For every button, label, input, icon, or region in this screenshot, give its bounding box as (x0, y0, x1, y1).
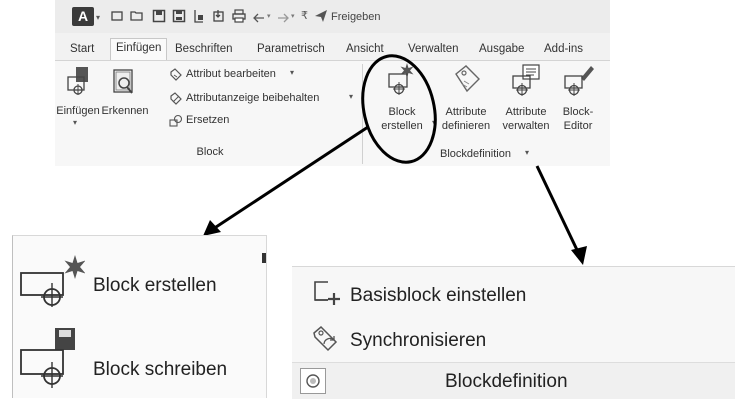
create-block-menu-label: Block erstellen (93, 275, 217, 296)
plot-icon[interactable] (192, 9, 206, 23)
block-editor-icon (564, 66, 594, 96)
tab-beschriften[interactable]: Beschriften (175, 43, 233, 55)
edit-attribute-dropdown-icon[interactable]: ▾ (290, 68, 294, 77)
define-attributes-label-line2: definieren (441, 120, 491, 132)
set-base-block-icon (314, 281, 340, 305)
app-menu-letter: A (77, 8, 89, 24)
tab-einfuegen[interactable]: Einfügen (110, 38, 168, 60)
block-editor-label-line1: Block- (562, 106, 594, 118)
arrow-right-line (535, 165, 580, 253)
pin-icon (306, 374, 320, 388)
ribbon: A ▾ ▾ ▾ ₹ Freigeben Start Einfügen Besch… (55, 0, 610, 166)
define-attributes-label-line1: Attribute (445, 106, 487, 118)
synchronize-label: Synchronisieren (350, 330, 487, 351)
keep-attribute-display-label: Attributanzeige beibehalten (186, 92, 320, 104)
blockdefinition-panel-title: Blockdefinition (440, 148, 511, 160)
new-icon[interactable] (110, 9, 124, 23)
replace-button[interactable]: Ersetzen (155, 113, 255, 129)
save-icon[interactable] (152, 9, 166, 23)
create-block-dropdown-icon[interactable]: ▾ (432, 118, 436, 127)
insert-dropdown-icon[interactable]: ▾ (73, 118, 77, 127)
recognize-block-icon (113, 69, 133, 94)
zoom-left-edge-mark (262, 253, 266, 263)
blockdefinition-footer-title: Blockdefinition (445, 371, 568, 392)
tab-parametrisch[interactable]: Parametrisch (257, 43, 325, 55)
share-label[interactable]: Freigeben (331, 11, 381, 23)
tab-ansicht[interactable]: Ansicht (346, 43, 384, 55)
block-editor-label-line2: Editor (563, 120, 593, 132)
share-icon[interactable] (314, 9, 328, 23)
manage-attributes-label-line2: verwalten (502, 120, 550, 132)
redo-icon[interactable] (276, 9, 290, 23)
write-block-menu-item[interactable]: Block schreiben (13, 324, 263, 394)
create-block-label-line2: erstellen (381, 120, 423, 132)
write-block-menu-label: Block schreiben (93, 359, 228, 380)
app-menu-button[interactable]: A (72, 7, 94, 26)
define-attributes-icon (455, 65, 480, 93)
keep-attribute-display-icon (170, 92, 182, 105)
blockdefinition-expanded-zoom: Basisblock einstellen Synchronisieren Bl… (292, 266, 735, 399)
app-menu-dropdown-icon[interactable]: ▾ (96, 13, 100, 22)
insert-block-icon (67, 67, 88, 95)
define-attributes-button[interactable]: Attribute definieren (439, 62, 493, 142)
replace-icon (169, 114, 183, 127)
print-icon[interactable] (232, 9, 246, 23)
create-block-large-icon (20, 255, 85, 307)
undo-dropdown-icon[interactable]: ▾ (267, 12, 271, 20)
block-panel-title: Block (196, 146, 224, 158)
create-block-label-line1: Block (388, 106, 416, 118)
tab-add-ins[interactable]: Add-ins (544, 43, 583, 55)
blockdefinition-panel-footer: Blockdefinition (292, 362, 735, 399)
tab-ausgabe[interactable]: Ausgabe (479, 43, 524, 55)
keep-attribute-display-button[interactable]: Attributanzeige beibehalten ▾ (155, 91, 360, 107)
create-block-button[interactable]: Block erstellen ▾ (373, 62, 436, 142)
export-icon[interactable] (212, 9, 226, 23)
create-block-dropdown-zoom: Block erstellen Block schreiben (12, 235, 267, 398)
manage-attributes-icon (512, 64, 540, 96)
synchronize-icon (313, 325, 338, 352)
create-block-menu-item[interactable]: Block erstellen (13, 251, 263, 311)
blockdefinition-panel-expand-icon[interactable]: ▾ (525, 148, 529, 157)
arrow-left-head (203, 220, 221, 236)
create-block-icon (388, 63, 414, 95)
open-icon[interactable] (130, 9, 144, 23)
edit-attribute-label: Attribut bearbeiten (186, 68, 276, 80)
edit-attribute-button[interactable]: Attribut bearbeiten ▾ (155, 67, 355, 83)
recognize-block-button[interactable]: Erkennen (101, 66, 149, 126)
block-panel: Einfügen ▾ Erkennen Attribut bearbeiten … (55, 62, 361, 166)
undo-icon[interactable] (252, 9, 266, 23)
pin-panel-button[interactable] (300, 368, 326, 394)
set-base-block-menu-item[interactable]: Basisblock einstellen (292, 275, 732, 315)
edit-attribute-icon (170, 68, 182, 81)
tab-verwalten[interactable]: Verwalten (408, 43, 459, 55)
block-editor-button[interactable]: Block- Editor (555, 62, 603, 142)
arrow-right-head (571, 246, 587, 265)
recognize-block-label: Erkennen (101, 105, 149, 117)
blockdefinition-panel: Block erstellen ▾ Attribute definieren A (363, 62, 610, 166)
manage-attributes-label-line1: Attribute (505, 106, 547, 118)
manage-attributes-button[interactable]: Attribute verwalten (498, 62, 554, 142)
quick-access-toolbar: A ▾ ▾ ▾ ₹ Freigeben (55, 0, 610, 33)
keep-attribute-display-dropdown-icon[interactable]: ▾ (349, 92, 353, 101)
set-base-block-label: Basisblock einstellen (350, 285, 527, 306)
save-as-icon[interactable] (172, 9, 186, 23)
synchronize-menu-item[interactable]: Synchronisieren (292, 322, 732, 358)
redo-dropdown-icon[interactable]: ▾ (291, 12, 295, 20)
customize-icon[interactable]: ₹ (301, 9, 308, 22)
tab-start[interactable]: Start (70, 43, 94, 55)
replace-label: Ersetzen (186, 114, 230, 126)
write-block-large-icon (20, 328, 75, 388)
insert-block-label: Einfügen (56, 105, 100, 117)
insert-block-button[interactable]: Einfügen ▾ (56, 66, 100, 136)
